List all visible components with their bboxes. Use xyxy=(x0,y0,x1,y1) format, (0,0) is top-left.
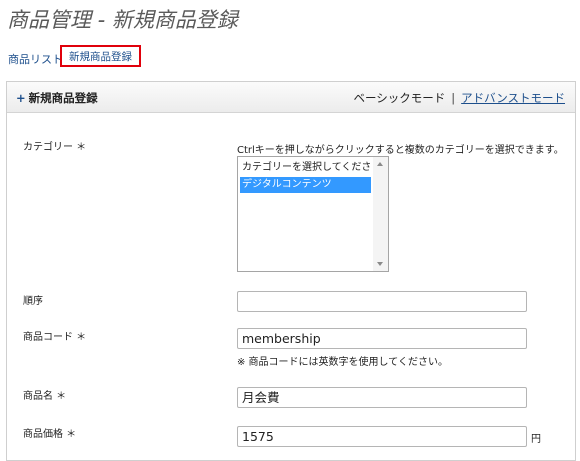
mode-switch: ベーシックモード | アドバンストモード xyxy=(353,90,565,106)
panel-header: + 新規商品登録 ベーシックモード | アドバンストモード xyxy=(7,82,575,113)
product-code-hint: ※ 商品コードには英数字を使用してください。 xyxy=(237,357,448,368)
mode-separator: | xyxy=(451,91,456,105)
product-list-link[interactable]: 商品リスト xyxy=(8,51,63,67)
plus-icon: + xyxy=(16,91,26,105)
advanced-mode-link[interactable]: アドバンストモード xyxy=(461,91,565,105)
category-option[interactable]: カテゴリーを選択してください xyxy=(240,160,371,176)
panel-title-label: 新規商品登録 xyxy=(28,91,98,105)
category-option-selected[interactable]: デジタルコンテンツ xyxy=(240,177,371,193)
page-title: 商品管理 - 新規商品登録 xyxy=(7,8,238,32)
order-label: 順序 xyxy=(23,296,43,307)
category-hint: Ctrlキーを押しながらクリックすると複数のカテゴリーを選択できます。 xyxy=(237,145,564,156)
listbox-scrollbar[interactable] xyxy=(373,157,388,271)
new-product-panel: + 新規商品登録 ベーシックモード | アドバンストモード カテゴリー ＊ Ctrlキ… xyxy=(6,81,576,461)
new-product-link[interactable]: 新規商品登録 xyxy=(60,45,141,67)
category-select[interactable]: カテゴリーを選択してください デジタルコンテンツ xyxy=(237,156,389,272)
scroll-down-arrow-icon[interactable] xyxy=(377,262,383,266)
price-label: 商品価格 ＊ xyxy=(23,429,77,440)
product-name-label: 商品名 ＊ xyxy=(23,391,67,402)
price-unit: 円 xyxy=(531,434,541,445)
new-product-link-label: 新規商品登録 xyxy=(69,50,132,63)
product-code-input[interactable]: membership xyxy=(237,328,527,349)
panel-title[interactable]: + 新規商品登録 xyxy=(16,90,98,106)
product-name-input[interactable]: 月会費 xyxy=(237,387,527,408)
category-label: カテゴリー ＊ xyxy=(23,142,87,153)
scroll-up-arrow-icon[interactable] xyxy=(377,162,383,166)
basic-mode-label: ベーシックモード xyxy=(353,91,446,105)
product-code-label: 商品コード ＊ xyxy=(23,332,87,343)
price-input[interactable]: 1575 xyxy=(237,426,527,447)
order-input[interactable] xyxy=(237,291,527,312)
